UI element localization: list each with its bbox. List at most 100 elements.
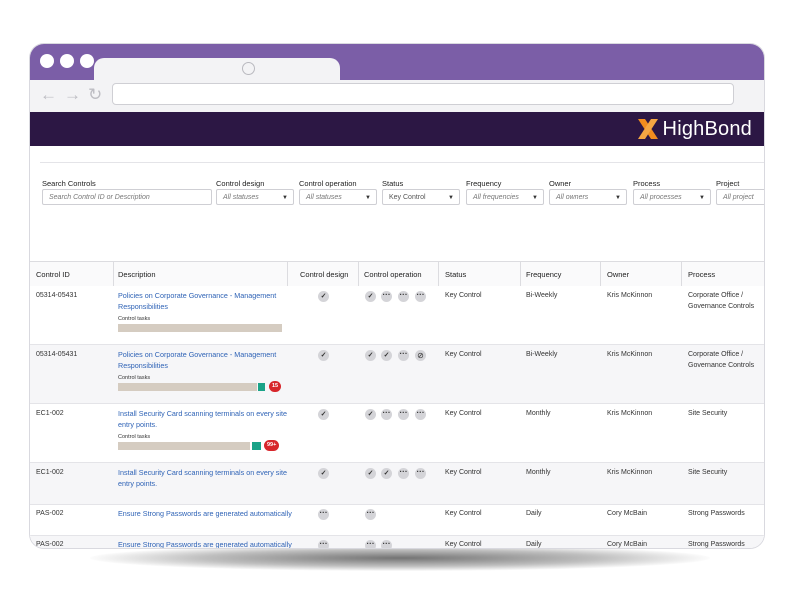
owner-cell: Cory McBain (607, 510, 648, 517)
col-header-control-operation[interactable]: Control operation (364, 270, 422, 279)
control-id: 05314-05431 (36, 351, 78, 358)
control-operation-label: Control operation (299, 179, 357, 188)
table-row[interactable]: EC1-002 Install Security Card scanning t… (30, 404, 764, 463)
process-label: Process (633, 179, 661, 188)
more-icon[interactable]: ··· (381, 540, 392, 548)
col-header-control-id[interactable]: Control ID (36, 270, 70, 279)
forward-arrow-icon[interactable]: → (64, 85, 81, 105)
control-tasks-progress-fill (252, 442, 261, 450)
table-row[interactable]: 05314-05431 Policies on Corporate Govern… (30, 286, 764, 345)
project-label: Project (716, 179, 740, 188)
control-tasks-label: Control tasks (118, 316, 151, 322)
check-icon[interactable]: ✓ (381, 350, 392, 361)
process-cell: Corporate Office / Governance Controls (688, 351, 755, 369)
control-description-link[interactable]: Policies on Corporate Governance - Manag… (118, 290, 298, 312)
process-cell: Site Security (688, 469, 728, 476)
app-header: HighBond (30, 112, 764, 146)
project-select[interactable]: All project (716, 189, 764, 205)
column-divider (600, 262, 601, 286)
column-divider (287, 262, 288, 286)
chevron-down-icon: ▼ (699, 195, 705, 201)
more-icon[interactable]: ··· (398, 291, 409, 302)
process-value: All processes (640, 194, 682, 201)
frequency-value: All frequencies (473, 194, 519, 201)
chevron-down-icon: ▼ (365, 195, 371, 201)
process-cell: Strong Passwords (688, 541, 745, 548)
control-description-link[interactable]: Install Security Card scanning terminals… (118, 408, 298, 430)
more-icon[interactable]: ··· (415, 291, 426, 302)
frequency-select[interactable]: All frequencies ▼ (466, 189, 544, 205)
check-icon[interactable]: ✓ (318, 409, 329, 420)
window-dot-minimize[interactable] (60, 54, 74, 68)
task-count-badge[interactable]: 15 (269, 381, 282, 392)
col-header-control-design[interactable]: Control design (300, 270, 348, 279)
table-row[interactable]: EC1-002 Install Security Card scanning t… (30, 463, 764, 505)
more-icon[interactable]: ··· (398, 409, 409, 420)
more-icon[interactable]: ··· (365, 509, 376, 520)
check-icon[interactable]: ✓ (365, 350, 376, 361)
control-description-link[interactable]: Install Security Card scanning terminals… (118, 467, 298, 489)
window-dot-close[interactable] (40, 54, 54, 68)
control-operation-select[interactable]: All statuses ▼ (299, 189, 377, 205)
col-header-description[interactable]: Description (118, 270, 156, 279)
status-cell: Key Control (445, 410, 482, 417)
window-dot-maximize[interactable] (80, 54, 94, 68)
more-icon[interactable]: ··· (415, 409, 426, 420)
search-input[interactable]: Search Control ID or Description (42, 189, 212, 205)
owner-cell: Kris McKinnon (607, 351, 653, 358)
check-icon[interactable]: ✓ (365, 409, 376, 420)
reload-icon[interactable]: ↻ (88, 85, 102, 105)
check-icon[interactable]: ✓ (318, 350, 329, 361)
col-header-process[interactable]: Process (688, 270, 715, 279)
status-select[interactable]: Key Control ▼ (382, 189, 460, 205)
process-cell: Strong Passwords (688, 510, 745, 517)
status-cell: Key Control (445, 541, 482, 548)
control-design-select[interactable]: All statuses ▼ (216, 189, 294, 205)
col-header-frequency[interactable]: Frequency (526, 270, 561, 279)
more-icon[interactable]: ··· (318, 540, 329, 548)
control-tasks-label: Control tasks (118, 375, 151, 381)
check-icon[interactable]: ✓ (318, 468, 329, 479)
col-header-status[interactable]: Status (445, 270, 466, 279)
highbond-mark-icon (637, 119, 658, 139)
more-icon[interactable]: ··· (398, 350, 409, 361)
check-icon[interactable]: ✓ (318, 291, 329, 302)
control-description-link[interactable]: Ensure Strong Passwords are generated au… (118, 508, 298, 519)
blocked-icon[interactable]: ⊘ (415, 350, 426, 361)
more-icon[interactable]: ··· (381, 291, 392, 302)
search-controls-label: Search Controls (42, 179, 96, 188)
control-description-link[interactable]: Ensure Strong Passwords are generated au… (118, 539, 298, 548)
task-count-badge[interactable]: 99+ (264, 440, 280, 451)
table-row[interactable]: PAS-002 Ensure Strong Passwords are gene… (30, 536, 764, 548)
browser-window: ← → ↻ HighBond Search Controls Search Co… (30, 44, 764, 548)
back-arrow-icon[interactable]: ← (40, 85, 57, 105)
chevron-down-icon: ▼ (282, 195, 288, 201)
frequency-cell: Monthly (526, 410, 551, 417)
more-icon[interactable]: ··· (398, 468, 409, 479)
more-icon[interactable]: ··· (415, 468, 426, 479)
highbond-logo[interactable]: HighBond (637, 117, 752, 141)
table-row[interactable]: PAS-002 Ensure Strong Passwords are gene… (30, 505, 764, 536)
chevron-down-icon: ▼ (532, 195, 538, 201)
control-tasks-progress (118, 383, 257, 391)
browser-tab[interactable] (94, 58, 340, 82)
check-icon[interactable]: ✓ (381, 468, 392, 479)
control-design-label: Control design (216, 179, 265, 188)
control-description-link[interactable]: Policies on Corporate Governance - Manag… (118, 349, 298, 371)
owner-select[interactable]: All owners ▼ (549, 189, 627, 205)
control-tasks-progress (118, 324, 282, 332)
url-input[interactable] (112, 83, 734, 105)
more-icon[interactable]: ··· (365, 540, 376, 548)
more-icon[interactable]: ··· (381, 409, 392, 420)
status-cell: Key Control (445, 351, 482, 358)
frequency-cell: Monthly (526, 469, 551, 476)
col-header-owner[interactable]: Owner (607, 270, 629, 279)
chevron-down-icon: ▼ (448, 195, 454, 201)
more-icon[interactable]: ··· (318, 509, 329, 520)
process-select[interactable]: All processes ▼ (633, 189, 711, 205)
control-id: EC1-002 (36, 410, 64, 417)
table-row[interactable]: 05314-05431 Policies on Corporate Govern… (30, 345, 764, 404)
check-icon[interactable]: ✓ (365, 291, 376, 302)
check-icon[interactable]: ✓ (365, 468, 376, 479)
column-divider (520, 262, 521, 286)
